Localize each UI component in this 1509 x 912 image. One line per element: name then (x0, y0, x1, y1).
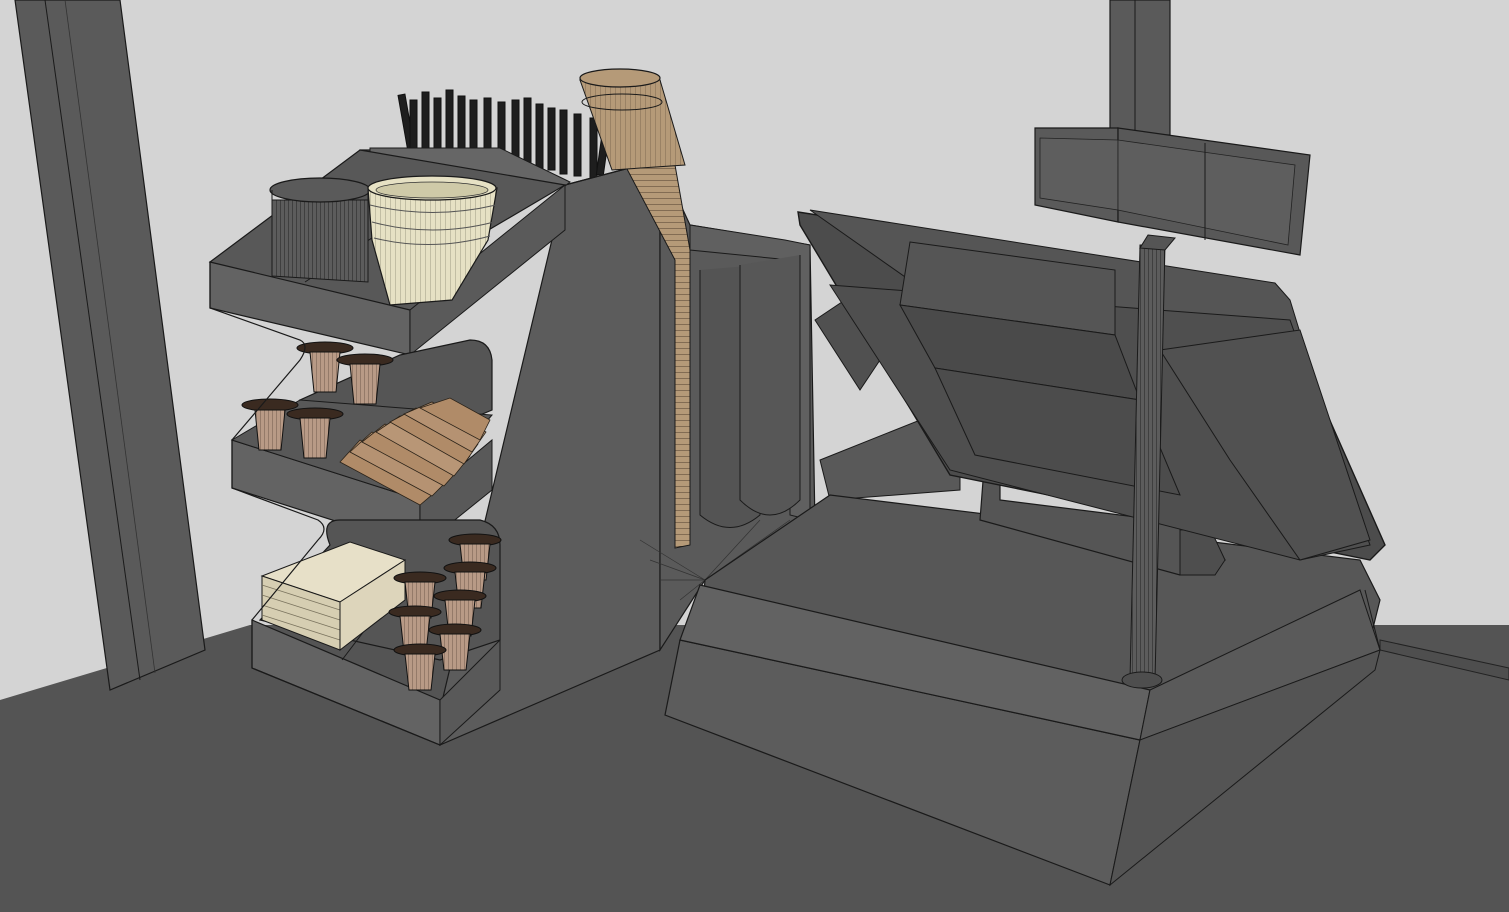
scene-svg (0, 0, 1509, 912)
wall-column-right (1109, 0, 1171, 136)
condiment-organizer (208, 89, 661, 747)
cup-lids-stack (269, 177, 371, 283)
render-viewport (0, 0, 1509, 912)
